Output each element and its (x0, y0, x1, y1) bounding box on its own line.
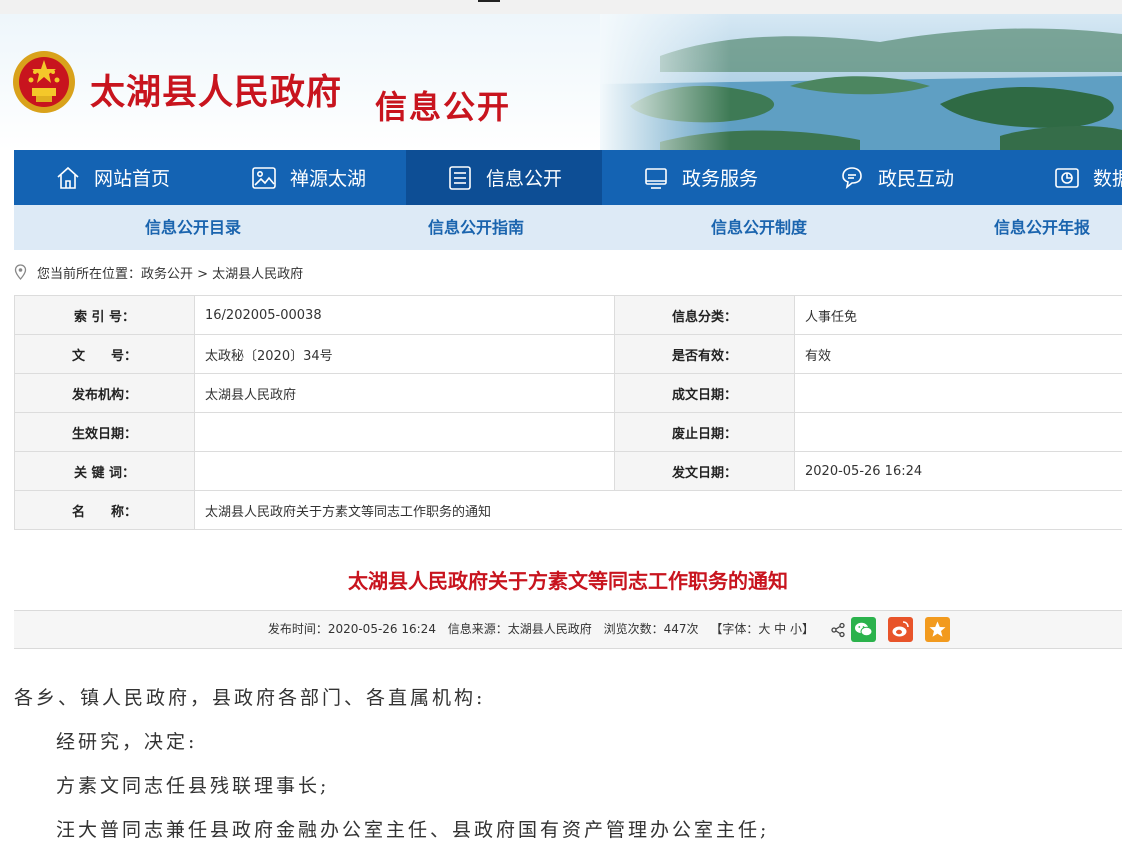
table-row: 名 称： 太湖县人民政府关于方素文等同志工作职务的通知 (15, 491, 1122, 530)
nav-item-data[interactable]: 数据 (994, 150, 1122, 205)
table-row: 关 键 词： 发文日期： 2020-05-26 16:24 (15, 452, 1122, 491)
nav-item-gov-services[interactable]: 政务服务 (602, 150, 798, 205)
table-row: 文 号： 太政秘〔2020〕34号 是否有效： 有效 (15, 335, 1122, 374)
publisher-label: 发布机构： (15, 374, 195, 413)
doc-number-value: 太政秘〔2020〕34号 (195, 335, 615, 374)
subnav-item-annual-report[interactable]: 信息公开年报 (994, 205, 1090, 250)
monitor-icon (642, 164, 670, 192)
wechat-share-button[interactable] (851, 617, 876, 642)
article-body: 各乡、镇人民政府，县政府各部门、各直属机构: 经研究，决定: 方素文同志任县残联… (14, 683, 1114, 859)
category-label: 信息分类： (615, 296, 795, 335)
subnav-item-system[interactable]: 信息公开制度 (711, 205, 807, 250)
publisher-value: 太湖县人民政府 (195, 374, 615, 413)
table-row: 发布机构： 太湖县人民政府 成文日期： (15, 374, 1122, 413)
subnav-item-guide[interactable]: 信息公开指南 (428, 205, 524, 250)
view-count: 浏览次数：447次 (604, 622, 699, 636)
effective-date-value (195, 413, 615, 452)
home-icon (54, 164, 82, 192)
keywords-label: 关 键 词： (15, 452, 195, 491)
validity-value: 有效 (795, 335, 1122, 374)
national-emblem-icon (12, 50, 76, 114)
breadcrumb-text: 您当前所在位置：政务公开 > 太湖县人民政府 (37, 263, 303, 282)
article-paragraph: 经研究，决定: (14, 727, 1114, 771)
chat-icon (838, 164, 866, 192)
favorite-button[interactable] (925, 617, 950, 642)
top-utility-strip (0, 0, 1122, 15)
nav-item-home[interactable]: 网站首页 (14, 150, 210, 205)
wechat-icon (851, 617, 876, 642)
issue-date-label: 发文日期： (615, 452, 795, 491)
site-banner: 太湖县人民政府 信息公开 (0, 14, 1122, 150)
lake-scenery-image (600, 14, 1122, 150)
weibo-share-button[interactable] (888, 617, 913, 642)
article-paragraph: 汪大普同志兼任县政府金融办公室主任、县政府国有资产管理办公室主任; (14, 815, 1114, 859)
issue-date-value: 2020-05-26 16:24 (795, 452, 1122, 491)
chart-icon (1053, 164, 1081, 192)
info-source: 信息来源：太湖县人民政府 (448, 622, 592, 636)
nav-item-label: 信息公开 (486, 164, 562, 191)
nav-item-label: 网站首页 (94, 164, 170, 191)
effective-date-label: 生效日期： (15, 413, 195, 452)
publish-time: 发布时间：2020-05-26 16:24 (268, 622, 436, 636)
nav-item-chanyuan[interactable]: 禅源太湖 (210, 150, 406, 205)
nav-item-info-disclosure[interactable]: 信息公开 (406, 150, 602, 205)
weibo-icon (888, 617, 913, 642)
location-pin-icon (14, 264, 27, 280)
share-icon[interactable] (830, 622, 846, 638)
name-label: 名 称： (15, 491, 195, 530)
name-value: 太湖县人民政府关于方素文等同志工作职务的通知 (195, 491, 1122, 530)
table-row: 索 引 号： 16/202005-00038 信息分类： 人事任免 (15, 296, 1122, 335)
validity-label: 是否有效： (615, 335, 795, 374)
category-value: 人事任免 (795, 296, 1122, 335)
font-size-switcher[interactable]: 【字体：大 中 小】 (710, 622, 814, 636)
expiry-date-value (795, 413, 1122, 452)
expiry-date-label: 废止日期： (615, 413, 795, 452)
top-strip-marker (478, 0, 500, 2)
table-row: 生效日期： 废止日期： (15, 413, 1122, 452)
article-paragraph: 方素文同志任县残联理事长; (14, 771, 1114, 815)
written-date-value (795, 374, 1122, 413)
site-title[interactable]: 太湖县人民政府 (90, 64, 342, 115)
section-title: 信息公开 (375, 82, 511, 128)
keywords-value (195, 452, 615, 491)
article-meta-bar: 发布时间：2020-05-26 16:24 信息来源：太湖县人民政府 浏览次数：… (14, 610, 1122, 649)
subnav-item-catalog[interactable]: 信息公开目录 (145, 205, 241, 250)
article-title: 太湖县人民政府关于方素文等同志工作职务的通知 (14, 565, 1122, 594)
article-paragraph: 各乡、镇人民政府，县政府各部门、各直属机构: (14, 683, 1114, 727)
nav-item-label: 政民互动 (878, 164, 954, 191)
article-meta: 发布时间：2020-05-26 16:24 信息来源：太湖县人民政府 浏览次数：… (14, 611, 814, 648)
sub-navigation: 信息公开目录 信息公开指南 信息公开制度 信息公开年报 (14, 205, 1122, 250)
index-number-value: 16/202005-00038 (195, 296, 615, 335)
breadcrumb: 您当前所在位置：政务公开 > 太湖县人民政府 (14, 262, 303, 282)
nav-item-label: 政务服务 (682, 164, 758, 191)
document-info-table: 索 引 号： 16/202005-00038 信息分类： 人事任免 文 号： 太… (14, 295, 1122, 530)
nav-item-label: 禅源太湖 (290, 164, 366, 191)
nav-item-interaction[interactable]: 政民互动 (798, 150, 994, 205)
nav-item-label: 数据 (1093, 164, 1122, 191)
document-icon (446, 164, 474, 192)
written-date-label: 成文日期： (615, 374, 795, 413)
doc-number-label: 文 号： (15, 335, 195, 374)
index-number-label: 索 引 号： (15, 296, 195, 335)
main-navigation: 网站首页 禅源太湖 信息公开 政务服务 政民互动 数据 (14, 150, 1122, 205)
star-icon (925, 617, 950, 642)
image-icon (250, 164, 278, 192)
